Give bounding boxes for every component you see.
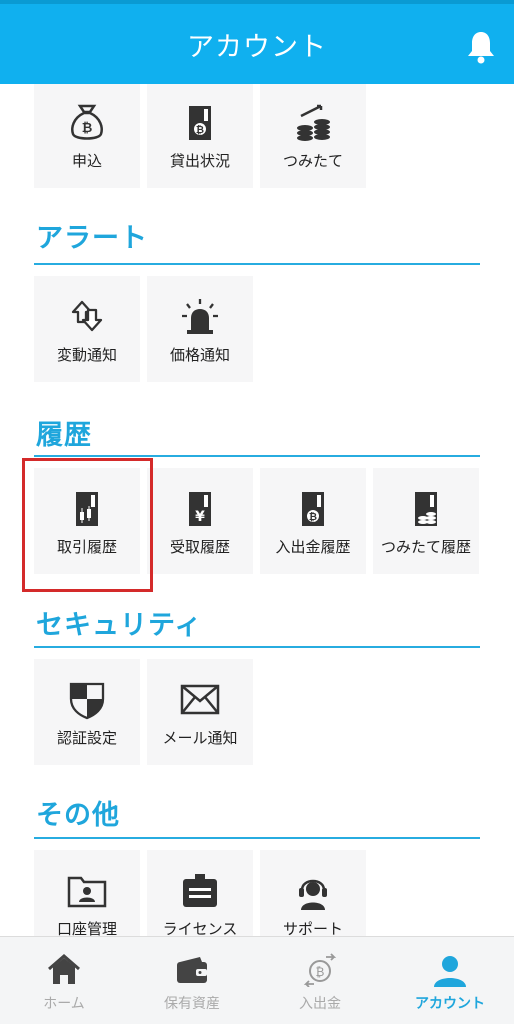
home-icon (48, 954, 80, 984)
section-title-alert: アラート (36, 223, 148, 254)
section-divider (34, 837, 480, 839)
coin-stack-icon (297, 104, 330, 141)
menu-tile-label: 貸出状況 (169, 152, 230, 170)
money-bag-bitcoin-icon: ₿ (71, 104, 103, 140)
menu-tile-label: メール通知 (162, 729, 238, 747)
menu-tile-tsumitate[interactable]: つみたて (260, 84, 366, 188)
tab-label: ホーム (43, 996, 85, 1012)
tab-label: 保有資産 (164, 996, 220, 1012)
section-title-other: その他 (36, 800, 120, 831)
highlight-box (22, 458, 153, 592)
section-title-security: セキュリティ (36, 610, 203, 641)
tab-label: アカウント (415, 996, 485, 1012)
menu-tile-label: 入出金履歴 (275, 538, 351, 556)
envelope-icon (180, 684, 220, 715)
user-folder-icon (67, 876, 107, 908)
menu-content: ₿ 申込 ₿ 貸出状況 つみたて アラート 変動通知 価格通知 履歴 取引履歴 … (0, 84, 514, 936)
menu-tile-change-notification[interactable]: 変動通知 (34, 276, 140, 382)
menu-tile-label: 変動通知 (56, 346, 117, 364)
menu-tile-support[interactable]: サポート (260, 850, 366, 936)
menu-tile-account-management[interactable]: 口座管理 (34, 850, 140, 936)
bell-icon[interactable] (466, 30, 496, 64)
section-divider (34, 263, 480, 265)
alarm-light-icon (182, 299, 218, 334)
menu-tile-apply[interactable]: ₿ 申込 (34, 84, 140, 188)
bitcoin-document-icon: ₿ (189, 106, 211, 140)
menu-tile-receive-history[interactable]: ¥ 受取履歴 (147, 468, 253, 574)
section-divider (34, 646, 480, 648)
coin-document-icon (415, 492, 437, 526)
id-badge-icon (183, 874, 217, 907)
menu-tile-label: つみたて履歴 (380, 538, 471, 556)
page-title: アカウント (187, 31, 327, 63)
tab-deposit-withdraw[interactable]: ₿ 入出金 (256, 937, 384, 1025)
menu-tile-label: つみたて (282, 152, 343, 170)
menu-tile-label: サポート (282, 920, 343, 936)
svg-text:₿: ₿ (309, 511, 317, 523)
shield-icon (69, 682, 105, 720)
tab-label: 入出金 (299, 996, 341, 1012)
menu-tile-label: 口座管理 (56, 920, 117, 936)
tab-holdings[interactable]: 保有資産 (128, 937, 256, 1025)
svg-text:₿: ₿ (316, 965, 325, 979)
menu-tile-label: 価格通知 (169, 346, 230, 364)
bitcoin-transfer-document-icon: ₿ (302, 492, 324, 526)
menu-tile-label: 受取履歴 (169, 538, 230, 556)
svg-text:₿: ₿ (196, 124, 204, 136)
menu-tile-mail-notification[interactable]: メール通知 (147, 659, 253, 765)
menu-tile-license[interactable]: ライセンス (147, 850, 253, 936)
menu-tile-label: 申込 (71, 152, 102, 170)
yen-document-icon: ¥ (189, 492, 211, 526)
bitcoin-exchange-icon: ₿ (303, 953, 337, 987)
app-header: アカウント (0, 0, 514, 84)
menu-tile-lending-status[interactable]: ₿ 貸出状況 (147, 84, 253, 188)
up-down-arrows-icon (71, 300, 103, 332)
menu-tile-auth-settings[interactable]: 認証設定 (34, 659, 140, 765)
tab-home[interactable]: ホーム (0, 937, 128, 1025)
user-icon (434, 956, 466, 987)
headset-support-icon (299, 879, 327, 910)
section-title-history: 履歴 (36, 420, 92, 451)
tab-account[interactable]: アカウント (386, 937, 514, 1025)
menu-tile-tsumitate-history[interactable]: つみたて履歴 (373, 468, 479, 574)
svg-text:₿: ₿ (82, 121, 93, 136)
menu-tile-deposit-withdraw-history[interactable]: ₿ 入出金履歴 (260, 468, 366, 574)
menu-tile-label: 認証設定 (56, 729, 117, 747)
bottom-tab-bar: ホーム 保有資産 ₿ 入出金 アカウント (0, 936, 514, 1024)
section-divider (34, 455, 480, 457)
svg-text:¥: ¥ (195, 509, 205, 525)
menu-tile-label: ライセンス (162, 920, 238, 936)
menu-tile-price-notification[interactable]: 価格通知 (147, 276, 253, 382)
wallet-icon (177, 957, 207, 983)
